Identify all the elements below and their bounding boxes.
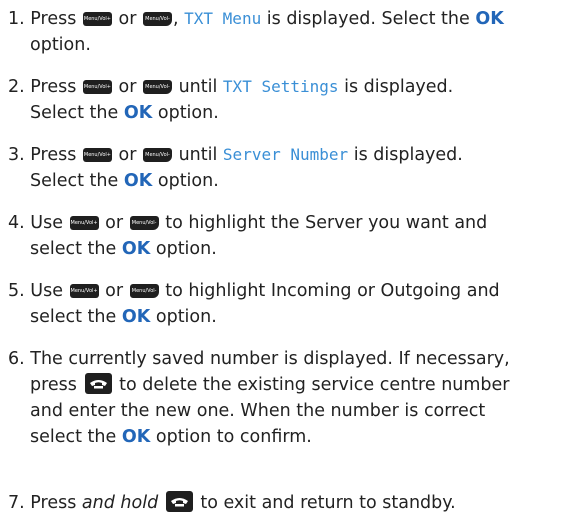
step-5: 5. Use Menu/Vol+ or Menu/Vol- to highlig… xyxy=(8,281,500,327)
menu-vol-up-key-icon: Menu/Vol+ xyxy=(82,148,112,162)
ok-label: OK xyxy=(121,307,151,327)
menu-vol-up-key-icon: Menu/Vol+ xyxy=(82,80,112,94)
end-call-key-icon xyxy=(165,491,193,512)
ok-label: OK xyxy=(121,427,151,447)
ok-label: OK xyxy=(123,103,153,123)
ok-label: OK xyxy=(123,171,153,191)
ok-label: OK xyxy=(121,239,151,259)
step-7: 7. Press and hold to exit and return to … xyxy=(8,491,456,513)
display-text-txt-menu: TXT Menu xyxy=(184,9,262,28)
step-1: 1. Press Menu/Vol+ or Menu/Vol-, TXT Men… xyxy=(8,9,504,55)
display-text-txt-settings: TXT Settings xyxy=(222,77,339,96)
step-6: 6. The currently saved number is display… xyxy=(8,349,510,447)
step-3: 3. Press Menu/Vol+ or Menu/Vol- until Se… xyxy=(8,145,463,191)
end-call-key-icon xyxy=(84,373,112,394)
ok-label: OK xyxy=(475,9,504,29)
menu-vol-up-key-icon: Menu/Vol+ xyxy=(69,216,99,230)
menu-vol-down-key-icon: Menu/Vol- xyxy=(129,284,159,298)
menu-vol-up-key-icon: Menu/Vol+ xyxy=(82,12,112,26)
menu-vol-down-key-icon: Menu/Vol- xyxy=(142,80,172,94)
display-text-server-number: Server Number xyxy=(222,145,349,164)
menu-vol-down-key-icon: Menu/Vol- xyxy=(142,12,172,26)
step-2: 2. Press Menu/Vol+ or Menu/Vol- until TX… xyxy=(8,77,454,123)
menu-vol-down-key-icon: Menu/Vol- xyxy=(142,148,172,162)
step-4: 4. Use Menu/Vol+ or Menu/Vol- to highlig… xyxy=(8,213,488,259)
menu-vol-up-key-icon: Menu/Vol+ xyxy=(69,284,99,298)
menu-vol-down-key-icon: Menu/Vol- xyxy=(129,216,159,230)
